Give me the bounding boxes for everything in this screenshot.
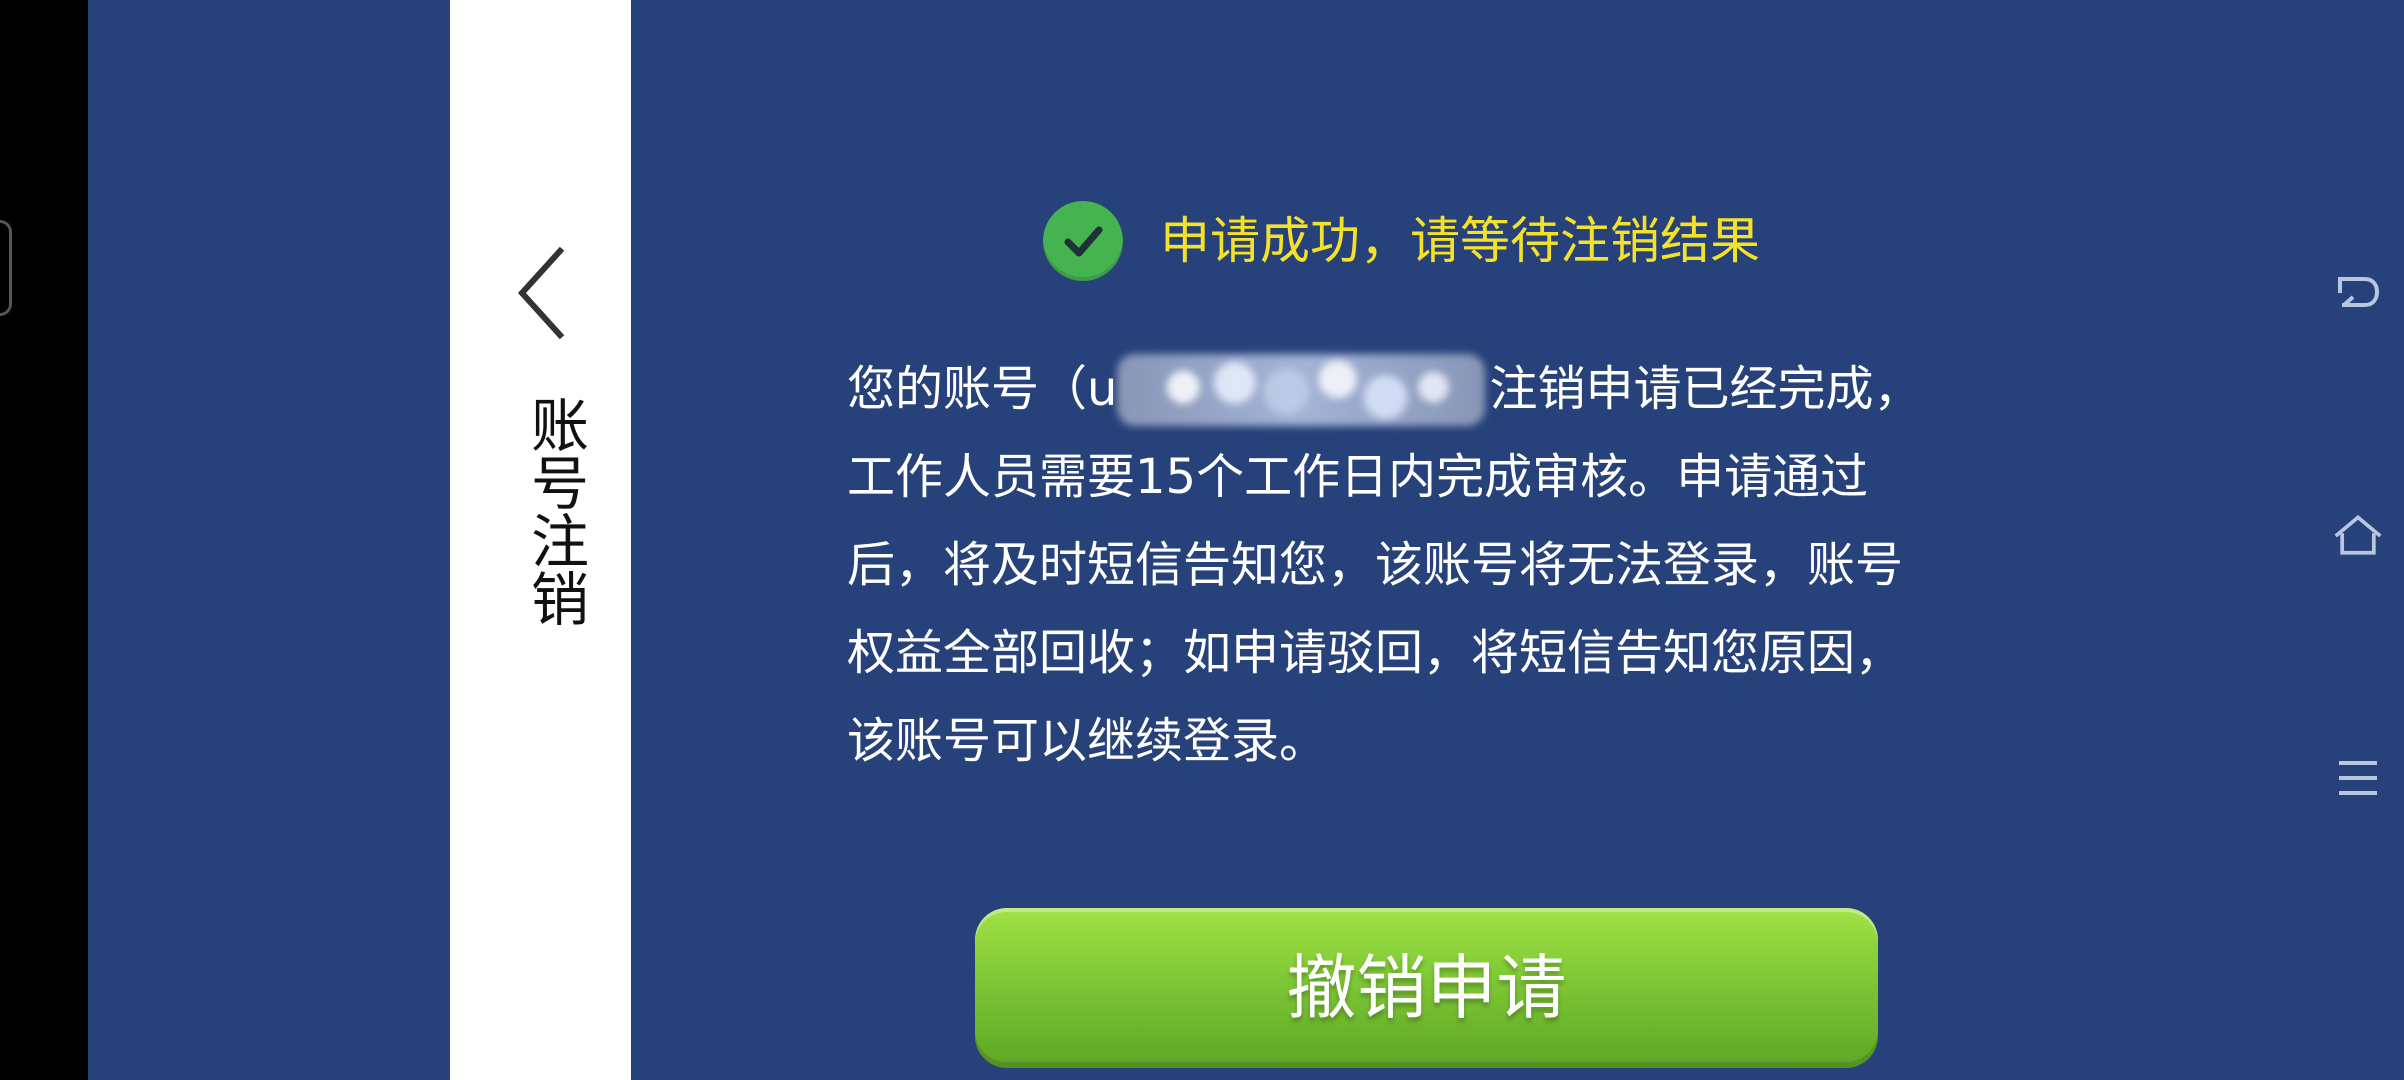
home-icon bbox=[2334, 514, 2382, 555]
system-home-button[interactable] bbox=[2331, 509, 2385, 563]
cancel-request-button[interactable]: 撤销申请 bbox=[975, 908, 1878, 1068]
message-line-5: 该账号可以继续登录。 bbox=[847, 713, 1328, 769]
success-title: 申请成功，请等待注销结果 bbox=[1160, 212, 1760, 270]
message-line-1-prefix: 您的账号（u bbox=[847, 361, 1118, 417]
system-back-button[interactable] bbox=[2331, 269, 2385, 323]
left-device-frame bbox=[0, 0, 88, 1080]
system-menu-button[interactable] bbox=[2331, 751, 2385, 805]
blurred-account-id bbox=[1117, 354, 1486, 426]
menu-icon bbox=[2339, 761, 2377, 795]
return-icon bbox=[2338, 277, 2380, 307]
success-status: 申请成功，请等待注销结果 bbox=[1043, 200, 1760, 282]
chevron-left-icon bbox=[517, 246, 565, 340]
edge-handle bbox=[0, 220, 12, 316]
check-circle-icon bbox=[1043, 201, 1123, 281]
app-screen: 账号注销 申请成功，请等待注销结果 您的账号（u 注销申请已经完成， 工作人员需要… bbox=[0, 0, 2404, 1080]
back-button[interactable] bbox=[498, 238, 582, 348]
left-background-panel bbox=[88, 0, 450, 1080]
cancel-request-label: 撤销申请 bbox=[1286, 947, 1567, 1029]
message-line-3: 后，将及时短信告知您，该账号将无法登录，账号 bbox=[847, 537, 1904, 593]
message-line-1-suffix: 注销申请已经完成， bbox=[1489, 361, 1922, 417]
cancellation-message: 您的账号（u 注销申请已经完成， 工作人员需要15个工作日内完成审核。申请通过 后… bbox=[847, 345, 1972, 785]
check-icon bbox=[1064, 226, 1103, 257]
message-line-1: 您的账号（u 注销申请已经完成， bbox=[847, 345, 1972, 433]
system-navigation-bar bbox=[2311, 0, 2404, 1080]
page-title: 账号注销 bbox=[521, 395, 589, 627]
message-line-2: 工作人员需要15个工作日内完成审核。申请通过 bbox=[847, 449, 1869, 505]
message-line-4: 权益全部回收；如申请驳回，将短信告知您原因， bbox=[847, 625, 1904, 681]
